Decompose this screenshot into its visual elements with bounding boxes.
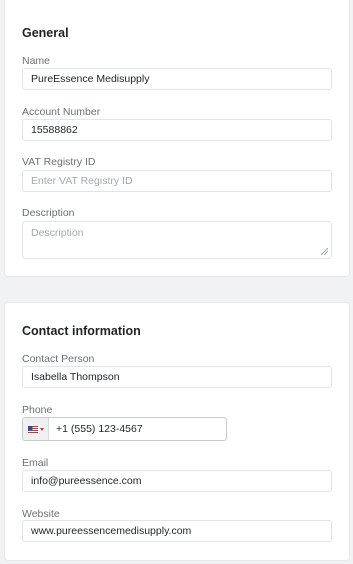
description-field[interactable]: Description xyxy=(22,221,332,259)
website-field[interactable]: www.pureessencemedisupply.com xyxy=(22,520,332,542)
country-select-button[interactable] xyxy=(23,418,49,440)
email-label: Email xyxy=(22,457,49,469)
vat-registry-field[interactable]: Enter VAT Registry ID xyxy=(22,170,332,192)
chevron-down-icon xyxy=(40,428,44,431)
us-flag-icon xyxy=(28,426,38,433)
contact-person-field[interactable]: Isabella Thompson xyxy=(22,366,332,388)
account-number-label: Account Number xyxy=(22,106,101,118)
email-field[interactable]: info@pureessence.com xyxy=(22,470,332,492)
general-title: General xyxy=(22,26,69,40)
contact-card: Contact information Contact Person Isabe… xyxy=(5,303,349,560)
name-label: Name xyxy=(22,55,51,67)
general-card: General Name PureEssence Medisupply Acco… xyxy=(5,0,349,276)
description-label: Description xyxy=(22,207,75,219)
contact-person-label: Contact Person xyxy=(22,353,95,365)
description-placeholder: Description xyxy=(31,227,84,239)
phone-label: Phone xyxy=(22,404,53,416)
vat-registry-label: VAT Registry ID xyxy=(22,156,96,168)
account-number-field[interactable]: 15588862 xyxy=(22,119,332,141)
name-field[interactable]: PureEssence Medisupply xyxy=(22,68,332,90)
phone-field[interactable]: +1 (555) 123-4567 xyxy=(22,417,227,441)
website-label: Website xyxy=(22,508,60,520)
resize-grip-icon[interactable] xyxy=(321,248,328,255)
phone-number-input[interactable]: +1 (555) 123-4567 xyxy=(56,418,143,440)
contact-title: Contact information xyxy=(22,324,141,338)
